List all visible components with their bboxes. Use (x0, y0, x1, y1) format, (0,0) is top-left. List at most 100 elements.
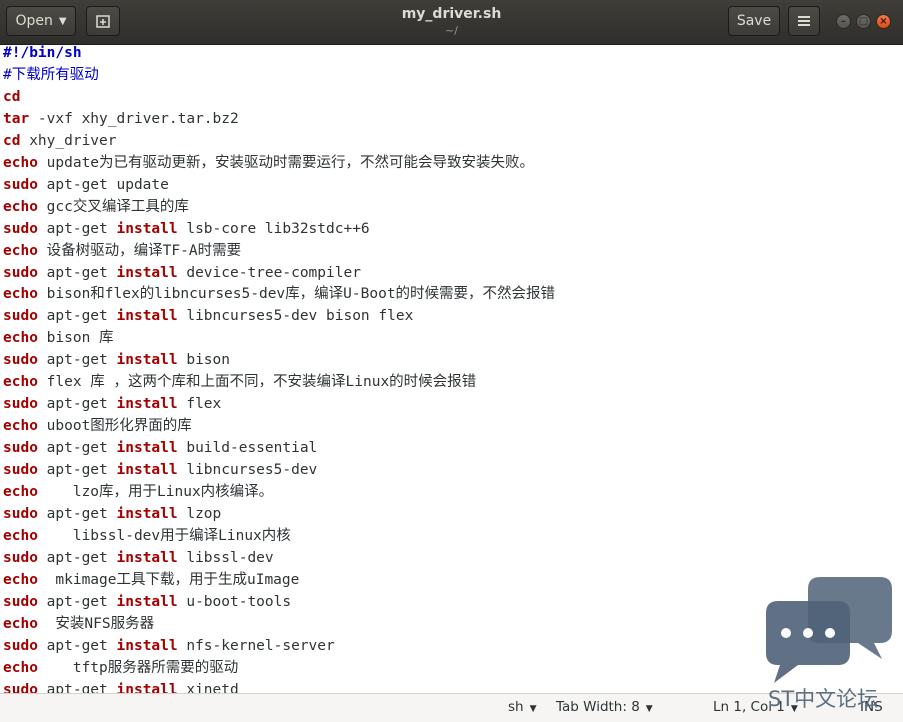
close-icon[interactable]: × (876, 14, 891, 29)
code-token: lzo库，用于Linux内核编译。 (37, 484, 274, 500)
code-token: apt-get (37, 637, 117, 654)
code-token: bison (177, 352, 230, 369)
code-token: install (116, 264, 178, 281)
language-label: sh (508, 699, 524, 715)
code-line: sudo apt-get install xinetd (3, 680, 239, 693)
code-token: install (116, 462, 178, 479)
code-token: echo (3, 571, 38, 588)
code-token: echo (3, 527, 38, 544)
code-line: sudo apt-get install libncurses5-dev (3, 460, 317, 480)
code-line: echo libssl-dev用于编译Linux内核 (3, 526, 291, 546)
code-line: sudo apt-get install libssl-dev (3, 548, 274, 568)
code-token: sudo (3, 637, 38, 654)
code-line: echo 安装NFS服务器 (3, 614, 154, 634)
code-token: sudo (3, 549, 38, 566)
code-token: build-essential (177, 440, 318, 457)
code-line: sudo apt-get install flex (3, 394, 221, 414)
code-line: sudo apt-get install build-essential (3, 438, 317, 458)
code-token: echo (3, 154, 38, 171)
code-token: bison 库 (37, 330, 114, 347)
code-token: install (116, 637, 178, 654)
code-token: 安装NFS服务器 (37, 615, 155, 632)
code-token: install (116, 220, 178, 237)
code-token: apt-get (37, 462, 117, 479)
code-line: sudo apt-get install lzop (3, 504, 221, 524)
code-line: echo flex 库 ，这两个库和上面不同，不安装编译Linux的时候会报错 (3, 372, 476, 392)
watermark-text: ST中文论坛 (768, 687, 879, 711)
menu-button[interactable] (788, 6, 820, 36)
code-token: libssl-dev (177, 549, 274, 566)
code-token: apt-get (37, 681, 117, 693)
code-token: apt-get (37, 308, 117, 325)
code-token: apt-get (37, 220, 117, 237)
code-line: sudo apt-get install libncurses5-dev bis… (3, 306, 413, 326)
code-line: echo bison和flex的libncurses5-dev库，编译U-Boo… (3, 284, 555, 304)
code-token: echo (3, 198, 38, 215)
hamburger-icon (798, 16, 810, 26)
code-token: install (116, 549, 178, 566)
code-line: echo mkimage工具下载，用于生成uImage (3, 570, 299, 590)
code-token: xinetd (177, 681, 239, 693)
code-token: install (116, 681, 178, 693)
code-token: #下载所有驱动 (3, 66, 99, 83)
code-token: 设备树驱动，编译TF-A时需要 (37, 242, 242, 259)
code-token: mkimage工具下载，用于生成uImage (37, 571, 300, 588)
code-token: apt-get update (37, 176, 169, 193)
code-token: install (116, 505, 178, 522)
code-token: apt-get (37, 440, 117, 457)
code-token: cd (3, 132, 21, 149)
code-token: -vxf xhy_driver.tar.bz2 (29, 110, 239, 127)
code-token: tftp服务器所需要的驱动 (37, 659, 239, 676)
code-line: #下载所有驱动 (3, 65, 99, 85)
code-token: lzop (177, 505, 222, 522)
code-line: echo update为已有驱动更新，安装驱动时需要运行，不然可能会导致安装失败… (3, 153, 534, 173)
code-line: sudo apt-get install nfs-kernel-server (3, 636, 335, 656)
code-token: echo (3, 484, 38, 500)
code-token: bison和flex的libncurses5-dev库，编译U-Boot的时候需… (37, 286, 556, 303)
code-token: install (116, 352, 178, 369)
code-token: gcc交叉编译工具的库 (37, 198, 189, 215)
code-token: nfs-kernel-server (177, 637, 335, 654)
code-line: sudo apt-get update (3, 175, 169, 195)
tab-width-selector[interactable]: Tab Width: 8 ▼ (556, 699, 653, 715)
code-token: xhy_driver (20, 132, 117, 149)
code-token: uboot图形化界面的库 (37, 418, 192, 435)
code-token: tar (3, 110, 30, 127)
save-button[interactable]: Save (728, 6, 780, 36)
code-line: echo 设备树驱动，编译TF-A时需要 (3, 241, 241, 261)
code-token: echo (3, 286, 38, 303)
tab-width-label: Tab Width: 8 (556, 699, 640, 715)
code-line: sudo apt-get install bison (3, 350, 230, 370)
code-token: apt-get (37, 264, 117, 281)
code-token: sudo (3, 593, 38, 610)
code-line: sudo apt-get install device-tree-compile… (3, 263, 361, 283)
code-token: #!/bin/sh (3, 45, 82, 61)
code-token: echo (3, 242, 38, 259)
code-token: echo (3, 418, 38, 435)
code-line: echo bison 库 (3, 328, 114, 348)
code-token: sudo (3, 681, 38, 693)
code-token: cd (3, 88, 21, 105)
code-token: echo (3, 330, 38, 347)
language-selector[interactable]: sh ▼ (508, 699, 537, 715)
code-token: sudo (3, 220, 38, 237)
header-bar: Open ▼ my_driver.sh ~/ Save – □ × (0, 0, 903, 45)
code-token: device-tree-compiler (177, 264, 361, 281)
code-token: apt-get (37, 505, 117, 522)
code-token: sudo (3, 396, 38, 413)
code-token: install (116, 308, 178, 325)
code-token: apt-get (37, 396, 117, 413)
code-token: apt-get (37, 549, 117, 566)
code-line: echo uboot图形化界面的库 (3, 416, 192, 436)
code-token: flex (177, 396, 222, 413)
maximize-icon[interactable]: □ (856, 14, 871, 29)
code-token: libncurses5-dev bison flex (177, 308, 414, 325)
code-token: libncurses5-dev (177, 462, 318, 479)
minimize-icon[interactable]: – (836, 14, 851, 29)
code-token: apt-get (37, 352, 117, 369)
code-token: install (116, 396, 178, 413)
code-token: lsb-core lib32stdc++6 (177, 220, 370, 237)
chevron-down-icon: ▼ (529, 704, 537, 714)
code-line: echo lzo库，用于Linux内核编译。 (3, 482, 273, 502)
code-token: install (116, 593, 178, 610)
